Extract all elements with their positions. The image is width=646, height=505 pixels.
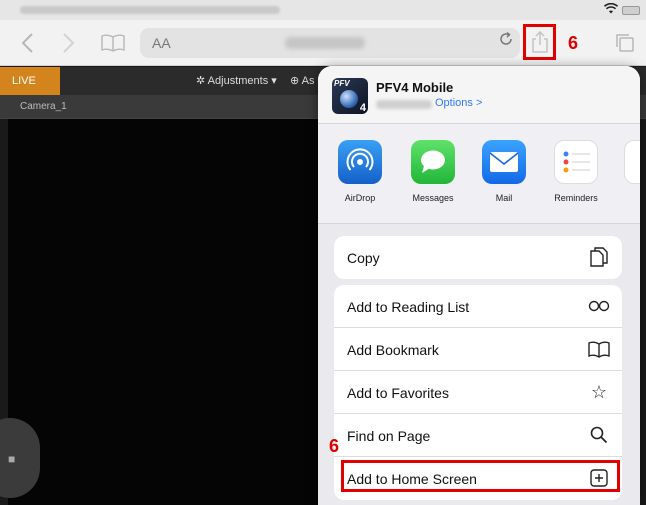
camera-tab[interactable]: Camera_1 bbox=[20, 101, 67, 112]
share-sheet-header: PFV 4 PFV4 Mobile Options > bbox=[318, 66, 640, 124]
find-on-page-action[interactable]: Find on Page bbox=[334, 414, 622, 457]
add-favorites-action[interactable]: Add to Favorites ☆ bbox=[334, 371, 622, 414]
reload-icon[interactable] bbox=[498, 31, 514, 52]
copy-icon bbox=[588, 246, 610, 268]
notes-icon bbox=[624, 140, 640, 184]
share-button[interactable] bbox=[523, 24, 556, 60]
tabs-button[interactable] bbox=[612, 30, 638, 56]
messages-icon bbox=[411, 140, 455, 184]
battery-icon bbox=[622, 6, 640, 15]
share-sheet: PFV 4 PFV4 Mobile Options > AirDrop Mess… bbox=[318, 66, 640, 505]
options-link[interactable]: Options > bbox=[435, 97, 482, 109]
copy-action[interactable]: Copy bbox=[334, 236, 622, 279]
url-text-blurred bbox=[285, 37, 365, 49]
tabs-icon bbox=[616, 34, 634, 52]
app-icon: PFV 4 bbox=[332, 78, 368, 114]
add-reading-list-action[interactable]: Add to Reading List bbox=[334, 285, 622, 328]
share-app-messages[interactable]: Messages bbox=[403, 140, 463, 203]
live-tab[interactable]: LIVE bbox=[0, 67, 60, 95]
video-view bbox=[8, 119, 348, 505]
url-blurred bbox=[376, 100, 432, 109]
camera-icon: ■ bbox=[8, 452, 16, 466]
bookmarks-icon bbox=[101, 34, 125, 52]
chevron-down-icon: ▾ bbox=[271, 75, 277, 87]
search-icon bbox=[588, 424, 610, 446]
share-app-partial[interactable] bbox=[618, 140, 640, 184]
book-icon bbox=[588, 338, 610, 360]
step-marker-home-screen: 6 bbox=[329, 436, 340, 456]
home-screen-highlight bbox=[341, 460, 620, 492]
forward-button[interactable] bbox=[56, 30, 82, 56]
share-app-airdrop[interactable]: AirDrop bbox=[330, 140, 390, 203]
reminders-icon bbox=[554, 140, 598, 184]
share-icon bbox=[531, 31, 548, 53]
glasses-icon bbox=[588, 295, 610, 317]
add-bookmark-action[interactable]: Add Bookmark bbox=[334, 328, 622, 371]
airdrop-icon bbox=[338, 140, 382, 184]
adjustments-icon: ✲ bbox=[196, 75, 206, 87]
step-marker: 6 bbox=[568, 33, 579, 53]
app-name: PFV4 Mobile bbox=[376, 80, 454, 95]
bookmarks-button[interactable] bbox=[100, 30, 126, 56]
share-app-mail[interactable]: Mail bbox=[474, 140, 534, 203]
reader-view-button[interactable]: AA bbox=[152, 35, 171, 51]
side-panel-handle[interactable]: ■ bbox=[0, 418, 40, 498]
share-app-reminders[interactable]: Reminders bbox=[546, 140, 606, 203]
browser-toolbar: AA 6 bbox=[0, 20, 646, 66]
status-text-blurred bbox=[20, 6, 280, 14]
star-icon: ☆ bbox=[590, 381, 608, 402]
back-button[interactable] bbox=[14, 30, 40, 56]
app-icon-ball bbox=[340, 90, 358, 108]
adjustments-menu[interactable]: ✲ Adjustments ▾ bbox=[196, 74, 277, 87]
as-menu[interactable]: ⊕ As bbox=[290, 74, 315, 87]
mail-icon bbox=[482, 140, 526, 184]
share-apps-row: AirDrop Messages Mail Reminders bbox=[318, 124, 640, 224]
status-bar bbox=[0, 0, 646, 20]
copy-card: Copy bbox=[334, 236, 622, 279]
globe-icon: ⊕ bbox=[290, 75, 300, 87]
wifi-icon bbox=[603, 2, 619, 17]
address-bar[interactable]: AA bbox=[140, 28, 520, 58]
